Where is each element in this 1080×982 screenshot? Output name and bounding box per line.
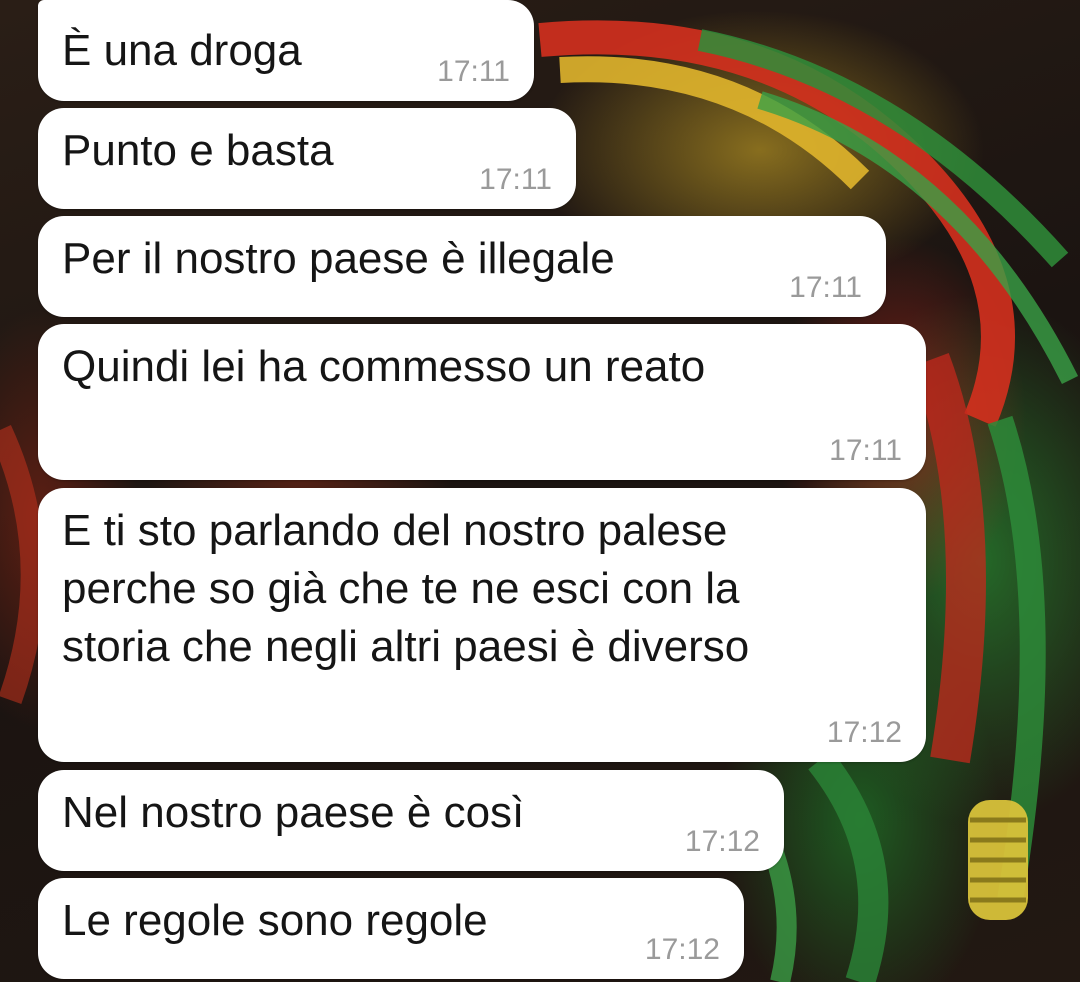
message-bubble[interactable]: Per il nostro paese è illegale 17:11 (38, 216, 886, 317)
message-bubble[interactable]: Quindi lei ha commesso un reato 17:11 (38, 324, 926, 480)
message-text: Quindi lei ha commesso un reato (62, 342, 706, 391)
message-bubble[interactable]: E ti sto parlando del nostro palese perc… (38, 488, 926, 762)
message-timestamp: 17:11 (479, 163, 552, 196)
message-timestamp: 17:12 (644, 933, 720, 966)
message-text: E ti sto parlando del nostro palese perc… (62, 506, 750, 671)
message-text: Nel nostro paese è così (62, 788, 525, 837)
message-bubble[interactable]: È una droga 17:11 (38, 0, 534, 101)
message-timestamp: 17:12 (826, 716, 902, 749)
message-timestamp: 17:11 (829, 434, 902, 467)
message-text: Le regole sono regole (62, 896, 488, 945)
message-bubble[interactable]: Punto e basta 17:11 (38, 108, 576, 209)
message-timestamp: 17:11 (789, 271, 862, 304)
chat-message-list[interactable]: È una droga 17:11 Punto e basta 17:11 Pe… (0, 0, 1080, 982)
message-timestamp: 17:12 (684, 825, 760, 858)
message-bubble[interactable]: Nel nostro paese è così 17:12 (38, 770, 784, 871)
message-text: Per il nostro paese è illegale (62, 234, 615, 283)
message-timestamp: 17:11 (437, 55, 510, 88)
message-bubble[interactable]: Le regole sono regole 17:12 (38, 878, 744, 979)
